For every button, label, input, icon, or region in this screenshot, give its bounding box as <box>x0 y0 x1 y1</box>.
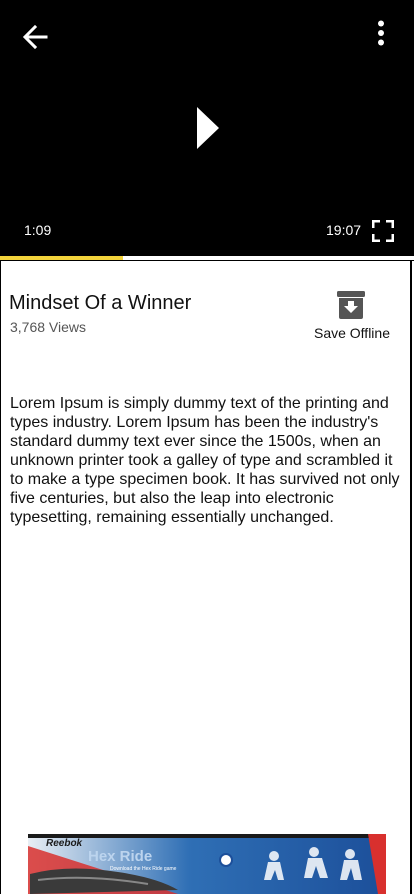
save-offline-label: Save Offline <box>313 325 390 341</box>
divider <box>0 260 414 261</box>
view-count: 3,768 Views <box>10 319 87 335</box>
total-duration: 19:07 <box>326 222 362 238</box>
fullscreen-icon <box>372 220 394 242</box>
ad-banner[interactable]: Reebok Hex Ride Download the Hex Ride ga… <box>28 834 386 894</box>
save-offline-button[interactable]: Save Offline <box>308 288 396 344</box>
ad-product: Hex Ride <box>88 848 152 865</box>
current-time: 1:09 <box>24 222 52 238</box>
video-player[interactable]: 1:09 19:07 <box>0 0 414 256</box>
arrow-left-icon <box>22 24 48 50</box>
ad-tagline: Download the Hex Ride game <box>110 866 177 872</box>
video-title: Mindset Of a Winner <box>9 292 192 314</box>
more-options-button[interactable] <box>366 16 396 50</box>
video-description: Lorem Ipsum is simply dummy text of the … <box>10 395 400 526</box>
play-button[interactable] <box>188 102 228 154</box>
ad-brand: Reebok <box>46 838 83 849</box>
archive-download-icon <box>337 291 365 319</box>
play-icon <box>197 107 219 149</box>
more-vertical-icon <box>378 20 384 46</box>
back-button[interactable] <box>18 20 52 54</box>
ad-banner-image: Reebok Hex Ride Download the Hex Ride ga… <box>28 834 386 894</box>
fullscreen-button[interactable] <box>370 218 396 244</box>
